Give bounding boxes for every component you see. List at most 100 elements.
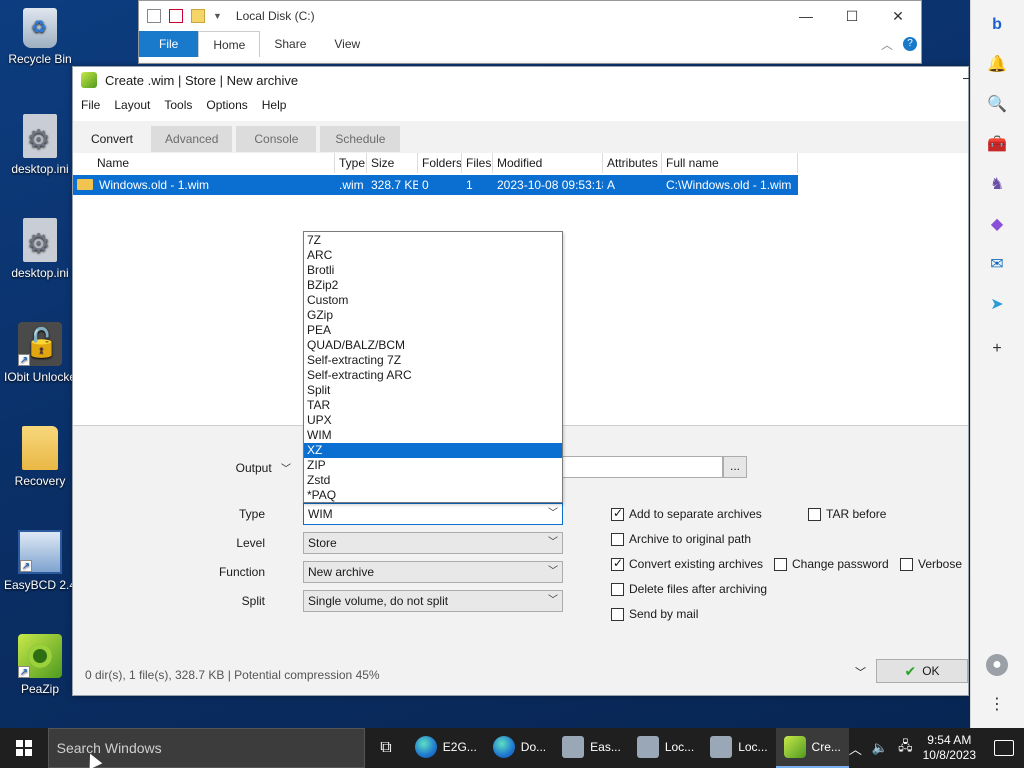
column-header-full-name[interactable]: Full name [662, 153, 798, 173]
column-header-files[interactable]: Files [462, 153, 493, 173]
more-options-icon[interactable]: ⋮ [986, 694, 1008, 716]
chevron-down-icon[interactable]: ﹀ [855, 664, 866, 680]
taskbar-app-edge-2[interactable]: Do... [485, 728, 554, 768]
checkbox-change-password[interactable]: Change password [774, 557, 889, 571]
browse-output-button[interactable]: ... [723, 456, 747, 478]
checkbox-unchecked[interactable] [900, 557, 913, 571]
tab-advanced[interactable]: Advanced [151, 126, 233, 152]
menu-help[interactable]: Help [262, 98, 287, 112]
menu-options[interactable]: Options [206, 98, 247, 112]
chevron-down-icon[interactable]: ▼ [213, 11, 222, 21]
notification-center-icon[interactable] [994, 740, 1014, 756]
volume-muted-icon[interactable]: 🔈 [872, 740, 888, 756]
toolbox-icon[interactable]: 🧰 [986, 134, 1008, 156]
taskbar-app-peazip[interactable]: Cre... [775, 728, 849, 768]
checkbox-tar-before[interactable]: TAR before [808, 507, 886, 521]
dropdown-option[interactable]: GZip [304, 308, 562, 323]
desktop-icon-peazip[interactable]: ↗ PeaZip [2, 634, 78, 696]
close-icon[interactable]: ✕ [875, 1, 921, 31]
dropdown-option[interactable]: Brotli [304, 263, 562, 278]
column-header-attributes[interactable]: Attributes [603, 153, 662, 173]
dropdown-option[interactable]: QUAD/BALZ/BCM [304, 338, 562, 353]
help-icon[interactable]: ? [903, 37, 917, 51]
dropdown-option[interactable]: Zstd [304, 473, 562, 488]
chevron-up-icon[interactable]: ︿ [849, 739, 862, 758]
dropdown-option-highlighted[interactable]: XZ [304, 443, 562, 458]
avatar[interactable]: ● [986, 654, 1008, 676]
task-view-icon[interactable]: ⧉ [365, 739, 407, 757]
menu-file[interactable]: File [81, 98, 100, 112]
split-select[interactable]: Single volume, do not split ﹀ [303, 590, 563, 612]
chevron-down-icon[interactable]: ﹀ [281, 464, 291, 475]
dropdown-option[interactable]: ARC [304, 248, 562, 263]
dropdown-option[interactable]: *PAQ [304, 488, 562, 503]
dropdown-option[interactable]: Self-extracting ARC [304, 368, 562, 383]
tab-schedule[interactable]: Schedule [320, 126, 401, 152]
checkbox-delete-files-after-archiving[interactable]: Delete files after archiving [611, 582, 767, 596]
column-header-modified[interactable]: Modified [493, 153, 603, 173]
desktop-icon-easybcd[interactable]: ↗ EasyBCD 2.4 [2, 530, 78, 592]
checkbox-convert-existing-archives[interactable]: Convert existing archives [611, 556, 763, 571]
send-icon[interactable]: ➤ [986, 294, 1008, 316]
add-icon[interactable]: + [986, 338, 1008, 360]
file-explorer-window[interactable]: ▼ Local Disk (C:) — ☐ ✕ File Home Share … [138, 0, 922, 64]
properties-icon[interactable] [169, 9, 183, 23]
checkbox-unchecked[interactable] [611, 607, 624, 621]
column-header-type[interactable]: Type [335, 153, 367, 173]
chevron-up-icon[interactable]: ︿ [881, 36, 893, 53]
bell-icon[interactable]: 🔔 [986, 54, 1008, 76]
peazip-create-archive-window[interactable]: Create .wim | Store | New archive File L… [72, 66, 969, 696]
outlook-icon[interactable]: ✉ [986, 254, 1008, 276]
dropdown-option[interactable]: WIM [304, 428, 562, 443]
taskbar-app-local-disk-1[interactable]: Loc... [629, 728, 702, 768]
checkbox-archive-to-original-path[interactable]: Archive to original path [611, 532, 751, 546]
dropdown-option[interactable]: ZIP [304, 458, 562, 473]
maximize-icon[interactable]: ☐ [829, 1, 875, 31]
taskbar-app-easybcd[interactable]: Eas... [554, 728, 629, 768]
desktop-icon-recovery[interactable]: Recovery [2, 426, 78, 488]
function-select[interactable]: New archive ﹀ [303, 561, 563, 583]
column-header-folders[interactable]: Folders [418, 153, 462, 173]
clock[interactable]: 9:54 AM 10/8/2023 [923, 733, 976, 763]
dropdown-option[interactable]: TAR [304, 398, 562, 413]
checkbox-verbose[interactable]: Verbose [900, 557, 962, 571]
type-dropdown-list[interactable]: 7Z ARC Brotli BZip2 Custom GZip PEA QUAD… [303, 231, 563, 503]
type-select[interactable]: WIM ﹀ [303, 503, 563, 525]
start-button[interactable] [0, 728, 48, 768]
dropdown-option[interactable]: Self-extracting 7Z [304, 353, 562, 368]
checkbox-unchecked[interactable] [611, 532, 624, 546]
dropdown-option[interactable]: Split [304, 383, 562, 398]
tab-convert[interactable]: Convert [77, 126, 148, 152]
ok-button[interactable]: ✔ OK [876, 659, 968, 683]
dropdown-option[interactable]: BZip2 [304, 278, 562, 293]
ribbon-tab-view[interactable]: View [320, 31, 374, 57]
checkbox-unchecked[interactable] [774, 557, 787, 571]
taskbar-app-local-disk-2[interactable]: Loc... [702, 728, 775, 768]
bing-icon[interactable]: b [986, 14, 1008, 36]
column-header-name[interactable]: Name [73, 153, 335, 173]
desktop-icon-desktop-ini-2[interactable]: desktop.ini [2, 218, 78, 280]
games-icon[interactable]: ♞ [986, 174, 1008, 196]
dropdown-option[interactable]: UPX [304, 413, 562, 428]
dropdown-option[interactable]: 7Z [304, 233, 562, 248]
ribbon-tab-home[interactable]: Home [198, 31, 261, 57]
desktop-icon-iobit-unlocker[interactable]: ↗ IObit Unlocke [2, 322, 78, 384]
taskbar-app-edge-1[interactable]: E2G... [407, 728, 485, 768]
checkbox-checked[interactable] [611, 556, 624, 571]
ribbon-tab-file[interactable]: File [139, 31, 199, 57]
menu-tools[interactable]: Tools [164, 98, 192, 112]
column-header-size[interactable]: Size [367, 153, 418, 173]
level-select[interactable]: Store ﹀ [303, 532, 563, 554]
new-folder-icon[interactable] [191, 9, 205, 23]
search-icon[interactable]: 🔍 [986, 94, 1008, 116]
checkbox-add-to-separate-archives[interactable]: Add to separate archives [611, 506, 762, 521]
dropdown-option[interactable]: Custom [304, 293, 562, 308]
checkbox-send-by-mail[interactable]: Send by mail [611, 607, 698, 621]
network-icon[interactable]: 🖧 [898, 737, 913, 759]
table-row[interactable]: Windows.old - 1.wim .wim 328.7 KB 0 1 20… [73, 175, 798, 195]
checkbox-checked[interactable] [611, 506, 624, 521]
tab-console[interactable]: Console [236, 126, 317, 152]
minimize-icon[interactable]: — [783, 1, 829, 31]
ribbon-tab-share[interactable]: Share [260, 31, 320, 57]
dropdown-option[interactable]: PEA [304, 323, 562, 338]
